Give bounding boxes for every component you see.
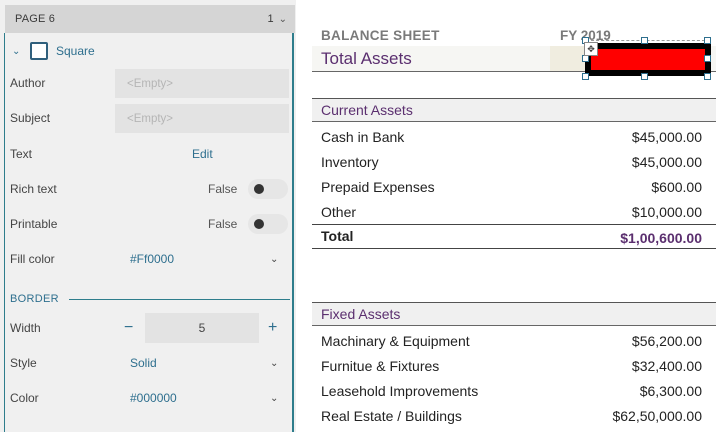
total-row: Total $1,00,600.00 — [312, 224, 716, 249]
panel-right-border — [292, 33, 294, 432]
rich-text-label: Rich text — [10, 182, 57, 196]
resize-handle-top-right[interactable] — [704, 37, 711, 44]
row-name: Other — [321, 204, 357, 220]
properties-panel: PAGE 6 1 ⌄ ⌄ Square Author <Empty> Subje… — [0, 0, 296, 432]
printable-property: Printable False — [10, 209, 290, 239]
row-amount: $6,300.00 — [639, 383, 702, 399]
rich-text-value: False — [208, 182, 238, 196]
fill-color-label: Fill color — [10, 252, 55, 266]
subject-input[interactable]: <Empty> — [115, 104, 289, 133]
resize-handle-top[interactable] — [641, 37, 648, 44]
row-name: Inventory — [321, 154, 379, 170]
row-amount: $32,400.00 — [631, 358, 702, 374]
row-amount: $56,200.00 — [631, 333, 702, 349]
border-style-label: Style — [10, 356, 37, 370]
page-number: 1 — [267, 13, 274, 25]
square-shape-icon — [30, 42, 48, 60]
chevron-down-icon[interactable]: ⌄ — [12, 46, 22, 57]
decrement-button[interactable]: − — [124, 319, 133, 337]
printable-toggle[interactable] — [248, 214, 288, 234]
row-name: Leasehold Improvements — [321, 383, 479, 399]
subject-label: Subject — [10, 111, 51, 125]
row-name: Prepaid Expenses — [321, 179, 435, 195]
current-assets-label: Current Assets — [321, 102, 413, 118]
resize-handle-left[interactable] — [582, 55, 589, 62]
chevron-down-icon[interactable]: ⌄ — [279, 14, 287, 25]
toggle-knob — [254, 219, 264, 229]
increment-button[interactable]: + — [268, 319, 277, 337]
text-label: Text — [10, 147, 33, 161]
subject-property: Subject <Empty> — [10, 103, 290, 133]
author-input[interactable]: <Empty> — [115, 69, 289, 98]
row-amount: $45,000.00 — [631, 129, 702, 145]
shape-node[interactable]: ⌄ Square — [12, 40, 95, 62]
row-name: Machinary & Equipment — [321, 333, 470, 349]
row-name: Cash in Bank — [321, 129, 405, 145]
row-amount: $10,000.00 — [631, 204, 702, 220]
printable-label: Printable — [10, 217, 58, 231]
border-style-property[interactable]: Style Solid ⌄ — [10, 348, 290, 378]
table-row: Leasehold Improvements $6,300.00 — [312, 379, 716, 404]
table-row: Real Estate / Buildings $62,50,000.00 — [312, 404, 716, 429]
table-row: Cash in Bank $45,000.00 — [312, 125, 716, 150]
resize-handle-right[interactable] — [704, 55, 711, 62]
chevron-down-icon[interactable]: ⌄ — [270, 393, 278, 404]
sheet-title: BALANCE SHEET — [321, 28, 440, 43]
border-style-value: Solid — [130, 356, 157, 370]
chevron-down-icon[interactable]: ⌄ — [270, 358, 278, 369]
row-amount: $45,000.00 — [631, 154, 702, 170]
author-label: Author — [10, 76, 46, 90]
border-color-label: Color — [10, 391, 39, 405]
text-property: Text Edit — [10, 139, 290, 169]
move-handle-icon[interactable]: ✥ — [584, 42, 598, 56]
page-header[interactable]: PAGE 6 1 ⌄ — [5, 5, 295, 33]
fixed-assets-label: Fixed Assets — [321, 306, 401, 322]
table-row: Prepaid Expenses $600.00 — [312, 175, 716, 200]
row-name: Real Estate / Buildings — [321, 408, 462, 424]
total-assets-label: Total Assets — [321, 49, 412, 68]
toggle-knob — [254, 184, 264, 194]
panel-left-border — [4, 33, 5, 432]
table-row: Inventory $45,000.00 — [312, 150, 716, 175]
balance-sheet-canvas: BALANCE SHEET FY 2019 Total Assets ✥ Cur… — [296, 0, 716, 432]
row-name: Furnitue & Fixtures — [321, 358, 440, 374]
selected-square-shape[interactable] — [585, 43, 711, 76]
total-label: Total — [321, 228, 354, 244]
border-section-header: BORDER — [10, 292, 290, 306]
fixed-assets-header: Fixed Assets — [312, 302, 716, 326]
rich-text-property: Rich text False — [10, 174, 290, 204]
rich-text-toggle[interactable] — [248, 179, 288, 199]
resize-handle-bottom-left[interactable] — [582, 73, 589, 80]
fill-color-property[interactable]: Fill color #Ff0000 ⌄ — [10, 244, 290, 274]
resize-handle-bottom-right[interactable] — [704, 73, 711, 80]
border-color-property[interactable]: Color #000000 ⌄ — [10, 383, 290, 413]
row-amount: $62,50,000.00 — [612, 408, 702, 424]
table-row: Other $10,000.00 — [312, 200, 716, 225]
section-divider — [68, 298, 290, 300]
fill-color-value: #Ff0000 — [130, 252, 175, 266]
table-row: Machinary & Equipment $56,200.00 — [312, 329, 716, 354]
shape-label: Square — [56, 44, 95, 58]
author-property: Author <Empty> — [10, 68, 290, 98]
edit-text-link[interactable]: Edit — [192, 147, 213, 161]
printable-value: False — [208, 217, 238, 231]
row-amount: $600.00 — [651, 179, 702, 195]
border-section-label: BORDER — [10, 293, 59, 305]
total-amount: $1,00,600.00 — [620, 230, 702, 246]
resize-handle-bottom[interactable] — [641, 73, 648, 80]
page-title: PAGE 6 — [15, 13, 56, 25]
table-row: Furnitue & Fixtures $32,400.00 — [312, 354, 716, 379]
border-width-label: Width — [10, 321, 41, 335]
border-width-property: Width − 5 + — [10, 313, 290, 343]
border-color-value: #000000 — [130, 391, 177, 405]
border-width-input[interactable]: 5 — [145, 313, 259, 343]
current-assets-header: Current Assets — [312, 98, 716, 122]
chevron-down-icon[interactable]: ⌄ — [270, 254, 278, 265]
